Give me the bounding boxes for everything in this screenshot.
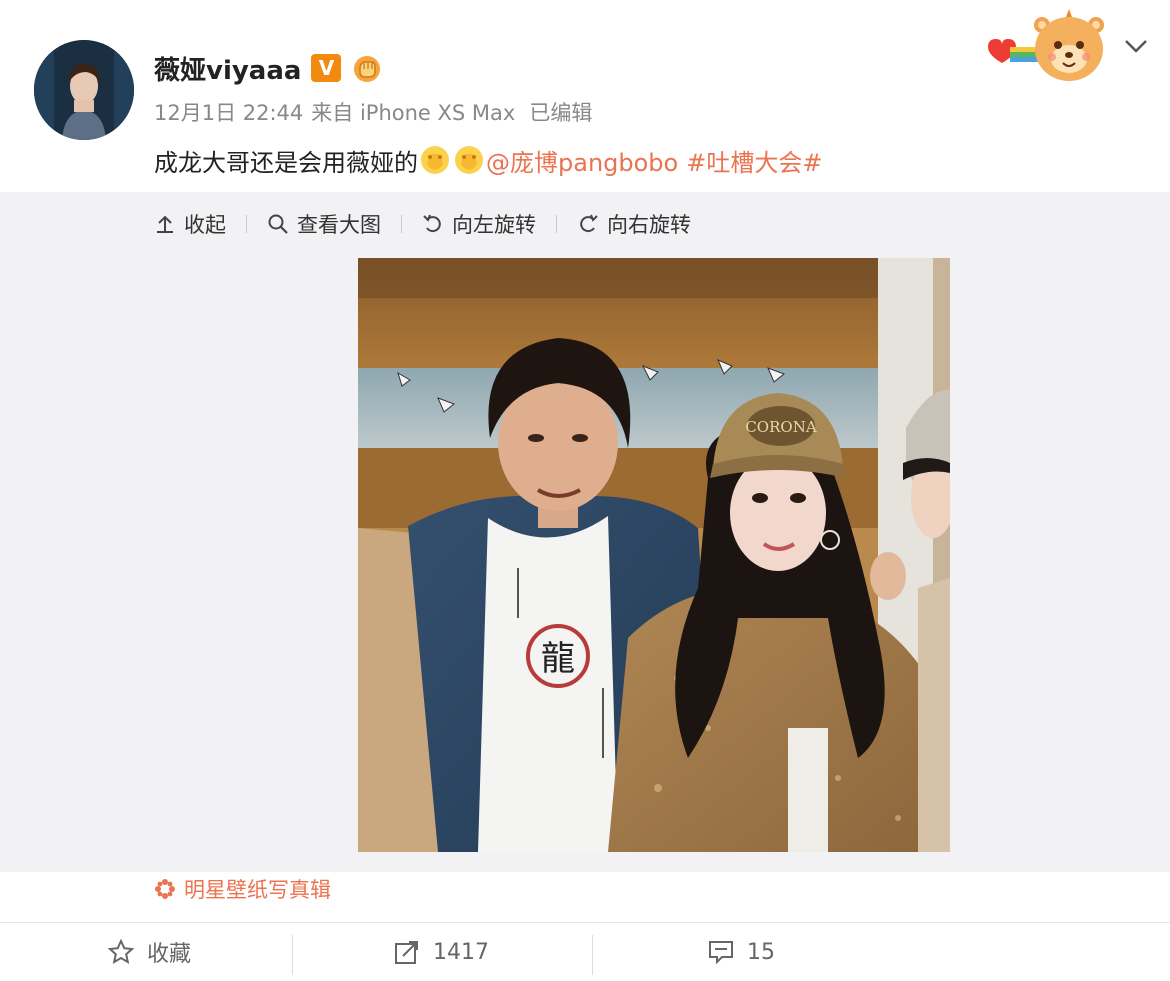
comment-button[interactable]: 15 bbox=[592, 923, 890, 981]
rotate-left-button[interactable]: 向左旋转 bbox=[422, 209, 536, 239]
avatar-image bbox=[34, 40, 134, 140]
header-right bbox=[986, 6, 1150, 86]
action-bar: 收藏 1417 15 bbox=[0, 922, 1170, 981]
comment-icon bbox=[709, 941, 733, 965]
collapse-button[interactable]: 收起 bbox=[154, 209, 226, 239]
post-date[interactable]: 12月1日 22:44 bbox=[154, 97, 303, 127]
verified-badge-icon: V bbox=[311, 54, 342, 82]
rotate-right-button[interactable]: 向右旋转 bbox=[577, 209, 691, 239]
post-photo[interactable]: 龍 CORONA bbox=[358, 258, 950, 852]
clap-emoji-icon bbox=[421, 146, 449, 174]
favorite-label: 收藏 bbox=[146, 942, 191, 967]
username[interactable]: 薇娅viyaaa bbox=[154, 50, 301, 87]
source-tag-label: 明星壁纸写真辑 bbox=[184, 878, 331, 902]
post-source: 来自 iPhone XS Max bbox=[311, 101, 516, 125]
flower-icon bbox=[155, 879, 175, 899]
comment-count: 15 bbox=[747, 939, 775, 965]
rotate-left-label: 向左旋转 bbox=[452, 213, 536, 237]
repost-button[interactable]: 1417 bbox=[292, 923, 590, 981]
bear-avatar-icon[interactable] bbox=[986, 7, 1112, 85]
mention-link[interactable]: @庞博pangbobo bbox=[486, 143, 678, 178]
fan-badge-icon[interactable] bbox=[351, 52, 383, 84]
post-meta: 12月1日 22:44 来自 iPhone XS Max 已编辑 bbox=[154, 96, 592, 128]
repost-icon bbox=[395, 941, 418, 964]
shirt-character: 龍 bbox=[541, 639, 575, 679]
toolbar-divider bbox=[246, 215, 247, 233]
view-large-button[interactable]: 查看大图 bbox=[267, 209, 381, 239]
favorite-button[interactable]: 收藏 bbox=[0, 923, 298, 981]
rotate-right-label: 向右旋转 bbox=[607, 213, 691, 237]
collapse-label: 收起 bbox=[184, 213, 226, 237]
photo-image: 龍 CORONA bbox=[358, 258, 950, 852]
rotate-right-icon bbox=[580, 214, 598, 233]
toolbar-divider bbox=[401, 215, 402, 233]
arrow-up-icon bbox=[157, 215, 173, 233]
toolbar-divider bbox=[556, 215, 557, 233]
post-header: 薇娅viyaaa V 12月1日 22:44 来自 iPhone XS Max … bbox=[0, 0, 1170, 192]
cap-logo-text: CORONA bbox=[745, 418, 816, 436]
edited-label[interactable]: 已编辑 bbox=[529, 97, 592, 127]
view-large-label: 查看大图 bbox=[297, 213, 381, 237]
source-tag[interactable]: 明星壁纸写真辑 bbox=[154, 872, 331, 906]
hashtag-link[interactable]: #吐槽大会# bbox=[686, 143, 822, 178]
star-icon bbox=[107, 938, 135, 965]
post-text-main: 成龙大哥还是会用薇娅的 bbox=[154, 148, 418, 177]
rotate-left-icon bbox=[423, 214, 441, 233]
chevron-down-icon[interactable] bbox=[1122, 36, 1150, 56]
repost-count: 1417 bbox=[433, 939, 489, 965]
clap-emoji-icon bbox=[455, 146, 483, 174]
username-row: 薇娅viyaaa V bbox=[154, 48, 383, 88]
avatar[interactable] bbox=[34, 40, 134, 140]
post-text: 成龙大哥还是会用薇娅的 @庞博pangbobo #吐槽大会# bbox=[154, 140, 822, 180]
media-panel: 收起 查看大图 向左旋转 向右旋转 龍 CORONA bbox=[0, 192, 1170, 872]
search-icon bbox=[268, 214, 288, 234]
media-toolbar: 收起 查看大图 向左旋转 向右旋转 bbox=[154, 206, 691, 242]
